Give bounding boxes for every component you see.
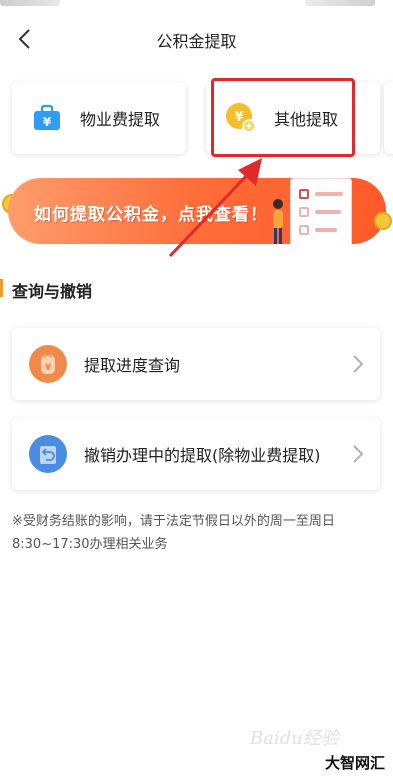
briefcase-icon: ¥ [30,101,64,135]
section-title: 查询与撤销 [12,282,93,301]
status-left [0,0,60,6]
property-fee-withdrawal-card[interactable]: ¥ 物业费提取 [12,82,186,154]
doc-line [315,210,341,214]
revoke-withdrawal-item[interactable]: 撤销办理中的提取(除物业费提取) [12,418,380,490]
progress-query-icon: ¥ [28,344,68,384]
navbar: 公积金提取 [0,14,393,64]
svg-text:¥: ¥ [234,110,243,125]
withdrawal-cards: ¥ 物业费提取 ¥ 其他提取 [0,82,393,158]
list-item-label: 撤销办理中的提取(除物业费提取) [84,446,321,465]
progress-query-item[interactable]: ¥ 提取进度查询 [12,328,380,400]
page-title: 公积金提取 [156,32,237,51]
checkbox-icon [299,225,309,235]
banner-text: 如何提取公积金，点我查看！ [34,205,268,225]
svg-text:¥: ¥ [43,115,52,129]
status-right [305,0,375,6]
checkbox-icon [299,189,309,199]
status-bar [0,0,393,8]
revoke-icon [28,434,68,474]
chevron-right-icon [353,355,364,373]
person-illustration-icon [273,199,283,244]
doc-line [315,192,343,196]
other-withdrawal-card[interactable]: ¥ 其他提取 [206,82,380,154]
list-item-label: 提取进度查询 [84,356,181,375]
section-accent [0,279,3,297]
document-illustration-icon [290,178,352,244]
banner-pill: 如何提取公积金，点我查看！ [8,178,386,244]
svg-text:¥: ¥ [45,363,52,373]
note-line: ※受财务结账的影响，请于法定节假日以外的周一至周日 [12,514,335,529]
card-label: 物业费提取 [80,110,161,129]
note-line: 8:30~17:30办理相关业务 [12,537,168,552]
doc-line [315,228,337,232]
brand-logo: 大智网汇 [324,754,385,772]
card-label: 其他提取 [274,110,339,129]
howto-banner[interactable]: 如何提取公积金，点我查看！ [0,172,393,252]
service-hours-note: ※受财务结账的影响，请于法定节假日以外的周一至周日 8:30~17:30办理相关… [12,510,382,556]
checkbox-icon [299,207,309,217]
chevron-right-icon [353,445,364,463]
coin-icon [374,212,392,230]
watermark: Baidu经验 [250,728,339,749]
more-card-edge [384,82,393,154]
yen-coin-icon: ¥ [224,101,258,135]
